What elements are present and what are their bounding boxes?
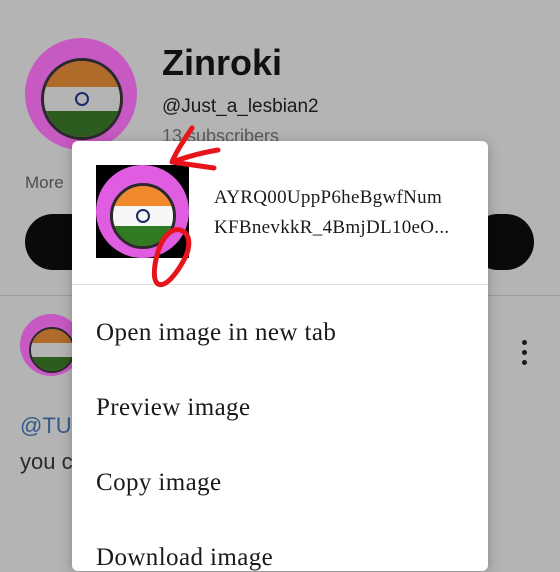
menu-item-open-new-tab[interactable]: Open image in new tab xyxy=(96,319,336,347)
countryball-avatar-icon xyxy=(29,327,75,373)
image-url-line-1: AYRQ00UppP6heBgwfNum xyxy=(214,187,443,208)
comment-mention[interactable]: @TU xyxy=(20,413,72,439)
image-context-menu: AYRQ00UppP6heBgwfNum KFBnevkkR_4BmjDL10e… xyxy=(72,141,488,571)
kebab-menu-icon[interactable] xyxy=(522,340,530,370)
menu-divider xyxy=(72,284,488,285)
menu-item-copy-image[interactable]: Copy image xyxy=(96,469,222,497)
more-link[interactable]: More xyxy=(25,173,64,193)
image-url-line-2: KFBnevkkR_4BmjDL10eO... xyxy=(214,217,450,238)
image-thumbnail xyxy=(96,165,189,258)
menu-item-preview-image[interactable]: Preview image xyxy=(96,394,250,422)
countryball-avatar-icon xyxy=(41,58,123,140)
menu-item-download-image[interactable]: Download image xyxy=(96,544,273,572)
channel-name: Zinroki xyxy=(162,42,283,83)
countryball-avatar-icon xyxy=(110,183,176,249)
channel-avatar[interactable] xyxy=(25,38,137,150)
channel-handle: @Just_a_lesbian2 xyxy=(162,96,319,117)
comment-text-line: you c xyxy=(20,449,73,474)
